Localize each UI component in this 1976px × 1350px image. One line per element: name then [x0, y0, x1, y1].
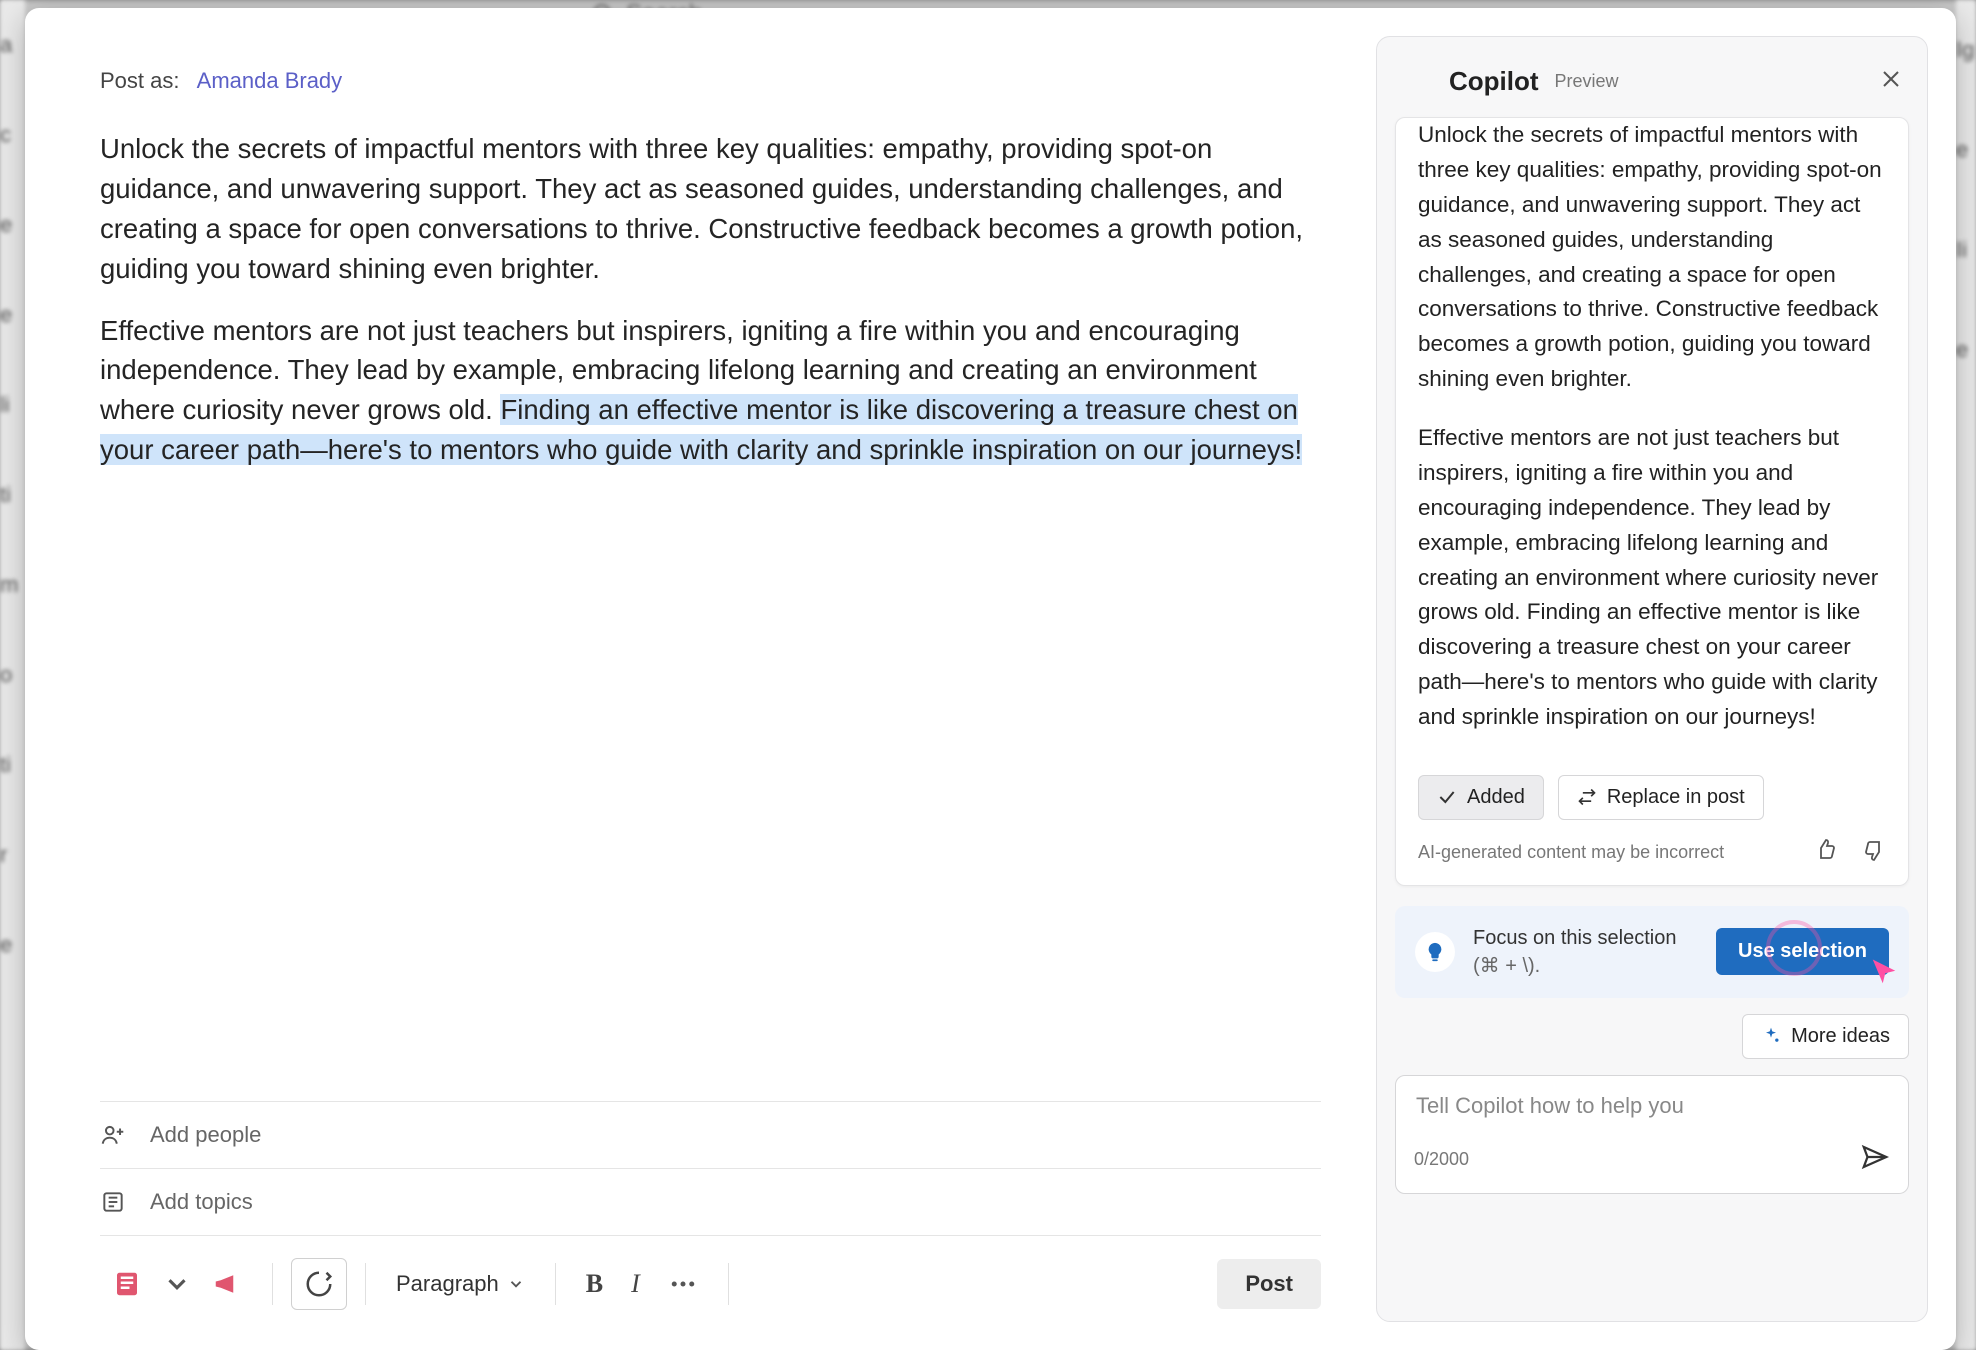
sparkle-icon	[1761, 1026, 1781, 1046]
people-icon	[100, 1122, 126, 1148]
copilot-title: Copilot	[1449, 66, 1539, 97]
copilot-logo-icon	[1401, 63, 1437, 99]
replace-chip[interactable]: Replace in post	[1558, 775, 1764, 820]
note-tool[interactable]	[100, 1259, 154, 1309]
char-counter: 0/2000	[1414, 1149, 1469, 1170]
replace-label: Replace in post	[1607, 786, 1745, 809]
close-button[interactable]	[1879, 67, 1903, 96]
italic-tool[interactable]: I	[619, 1259, 652, 1309]
post-as-label: Post as:	[100, 68, 179, 93]
copilot-response-scroll[interactable]: Unlock the secrets of impactful mentors …	[1396, 118, 1908, 769]
copilot-resp-p2: Effective mentors are not just teachers …	[1418, 421, 1886, 735]
copilot-response-actions: Added Replace in post	[1396, 769, 1908, 834]
more-tools[interactable]	[656, 1259, 710, 1309]
copilot-side: Copilot Preview Unlock the secrets of im…	[1376, 8, 1956, 1350]
added-label: Added	[1467, 786, 1525, 809]
checkmark-icon	[1437, 787, 1457, 807]
send-button[interactable]	[1860, 1142, 1890, 1177]
copilot-response-footer: AI-generated content may be incorrect	[1396, 834, 1908, 885]
compose-para-1: Unlock the secrets of impactful mentors …	[100, 129, 1321, 289]
focus-shortcut: (⌘ + \).	[1473, 955, 1540, 977]
compose-para-2: Effective mentors are not just teachers …	[100, 311, 1321, 471]
announce-tool[interactable]	[200, 1259, 254, 1309]
swap-icon	[1577, 787, 1597, 807]
added-chip[interactable]: Added	[1418, 775, 1544, 820]
chevron-down-icon	[507, 1275, 525, 1293]
topics-icon	[100, 1189, 126, 1215]
copilot-header: Copilot Preview	[1395, 55, 1909, 117]
loop-tool[interactable]	[291, 1258, 347, 1310]
thumbs-up-button[interactable]	[1814, 838, 1838, 867]
more-ideas-label: More ideas	[1791, 1025, 1890, 1048]
cursor-overlay-icon	[1869, 957, 1899, 993]
copilot-response-card: Unlock the secrets of impactful mentors …	[1395, 117, 1909, 886]
paragraph-label: Paragraph	[396, 1271, 499, 1297]
focus-title: Focus on this selection	[1473, 927, 1676, 949]
compose-main: Post as: Amanda Brady Unlock the secrets…	[25, 8, 1376, 1350]
focus-text: Focus on this selection (⌘ + \).	[1473, 924, 1676, 980]
click-ring-overlay	[1766, 920, 1822, 976]
add-topics-row[interactable]: Add topics	[100, 1168, 1321, 1235]
copilot-panel: Copilot Preview Unlock the secrets of im…	[1376, 36, 1928, 1322]
post-button[interactable]: Post	[1217, 1259, 1321, 1309]
compose-toolbar: Paragraph B I Post	[100, 1235, 1321, 1310]
bold-tool[interactable]: B	[574, 1259, 615, 1309]
bg-right-sliver: IgeIie	[1956, 0, 1976, 1350]
post-as-author[interactable]: Amanda Brady	[197, 68, 343, 93]
post-as-row: Post as: Amanda Brady	[100, 68, 1321, 94]
copilot-preview-badge: Preview	[1555, 71, 1619, 92]
add-topics-label: Add topics	[150, 1189, 253, 1215]
ai-disclaimer: AI-generated content may be incorrect	[1418, 842, 1724, 863]
focus-selection-card: Focus on this selection (⌘ + \). Use sel…	[1395, 906, 1909, 998]
copilot-resp-p1: Unlock the secrets of impactful mentors …	[1418, 118, 1886, 397]
paragraph-selector[interactable]: Paragraph	[384, 1263, 537, 1305]
more-ideas-button[interactable]: More ideas	[1742, 1014, 1909, 1059]
copilot-prompt-input[interactable]	[1414, 1092, 1890, 1120]
compose-dialog: Post as: Amanda Brady Unlock the secrets…	[25, 8, 1956, 1350]
lightbulb-icon	[1415, 932, 1455, 972]
copilot-prompt-box: 0/2000	[1395, 1075, 1909, 1194]
add-people-row[interactable]: Add people	[100, 1101, 1321, 1168]
use-selection-button[interactable]: Use selection	[1716, 928, 1889, 975]
chevron-down-icon[interactable]	[158, 1269, 196, 1299]
thumbs-down-button[interactable]	[1862, 838, 1886, 867]
bg-left-sliver: aceelitimotire	[0, 0, 25, 1350]
add-people-label: Add people	[150, 1122, 261, 1148]
compose-body[interactable]: Unlock the secrets of impactful mentors …	[100, 129, 1321, 492]
